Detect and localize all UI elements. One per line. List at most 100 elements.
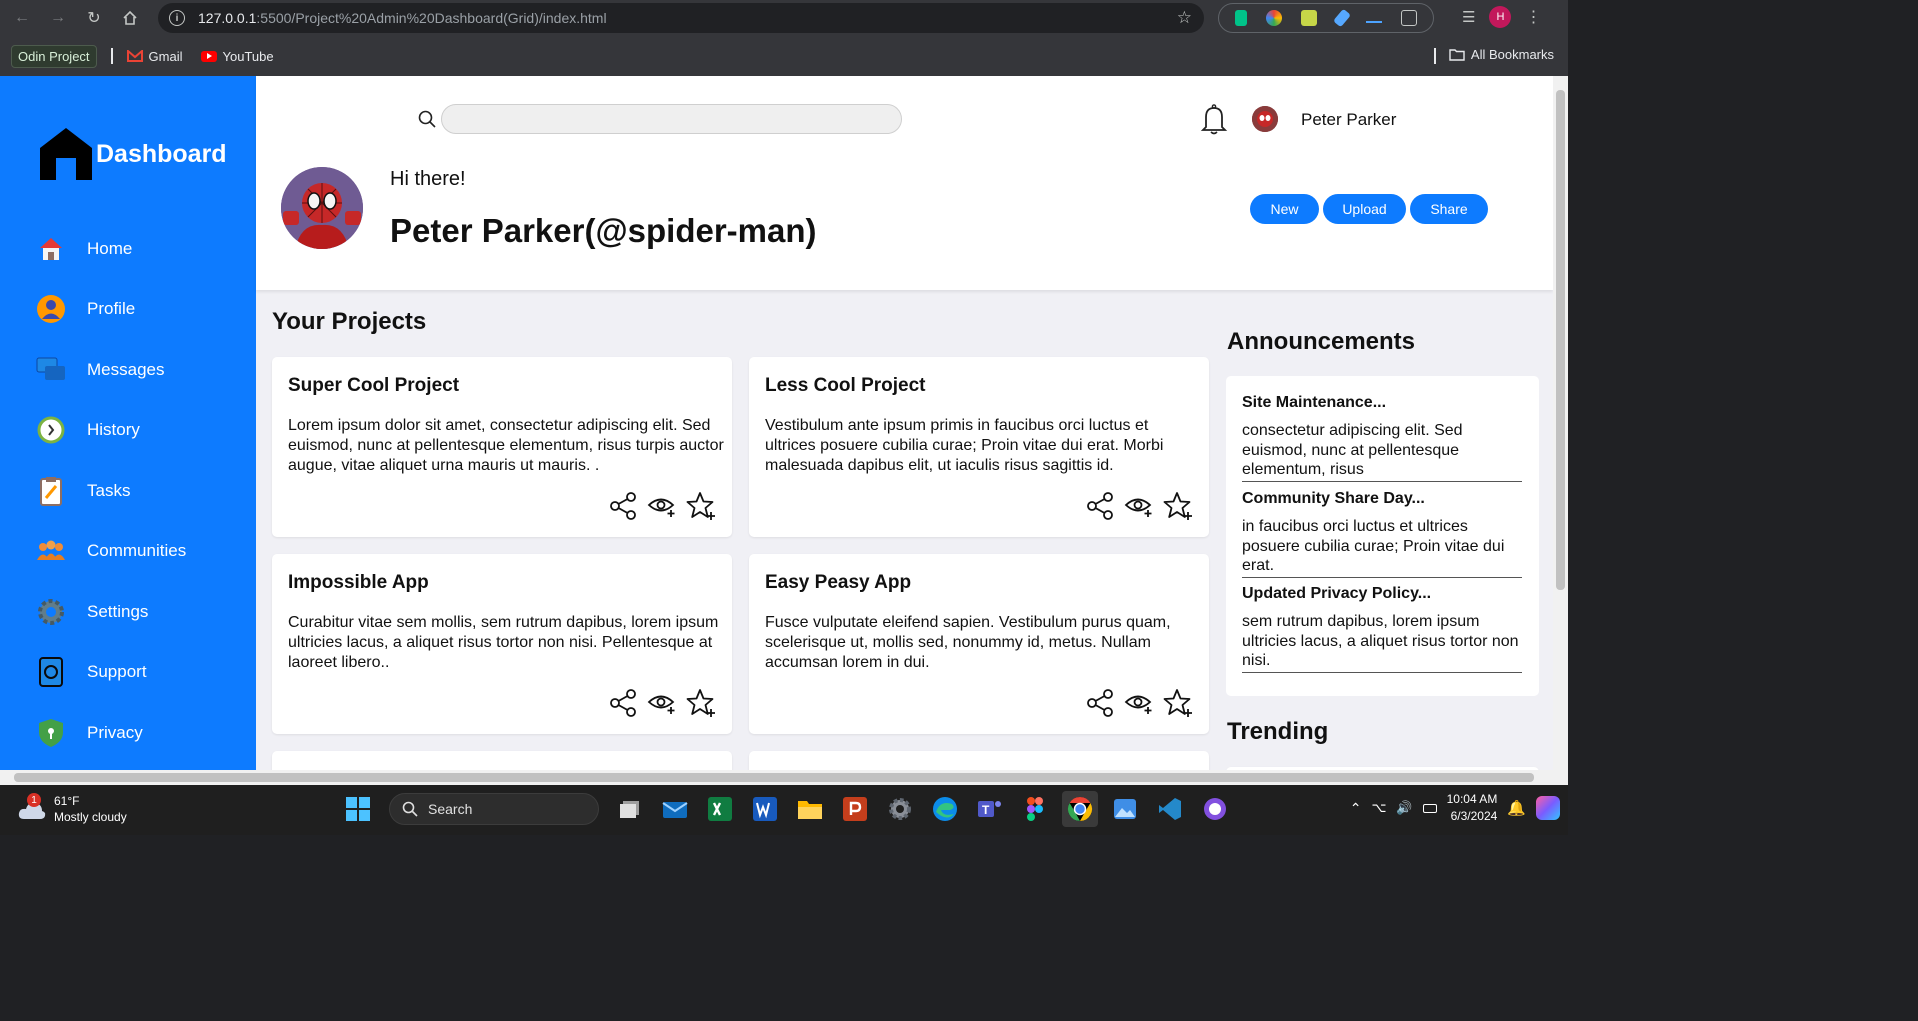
history-icon <box>36 415 66 445</box>
clock[interactable]: 10:04 AM 6/3/2024 <box>1447 791 1498 825</box>
bookmark-youtube[interactable]: YouTube <box>200 48 274 64</box>
project-card: Less Cool Project Vestibulum ante ipsum p… <box>749 357 1209 537</box>
edge-icon[interactable] <box>927 791 963 827</box>
watch-icon[interactable] <box>1124 494 1154 523</box>
sidebar-item-label: Messages <box>87 360 165 379</box>
time: 10:04 AM <box>1446 792 1498 806</box>
sidebar-item-home[interactable]: Home <box>36 234 132 264</box>
mail-icon[interactable] <box>657 791 693 827</box>
project-card: Super Cool Project Lorem ipsum dolor sit … <box>272 357 732 537</box>
bookmark-star-icon[interactable]: ☆ <box>1177 8 1192 28</box>
upload-button[interactable]: Upload <box>1323 194 1406 224</box>
project-title: Super Cool Project <box>288 375 460 396</box>
share-icon[interactable] <box>608 491 638 526</box>
share-button[interactable]: Share <box>1410 194 1488 224</box>
new-button[interactable]: New <box>1250 194 1319 224</box>
watch-icon[interactable] <box>1124 691 1154 720</box>
weather-widget[interactable]: 1 61°F Mostly cloudy <box>18 793 127 825</box>
watch-icon[interactable] <box>647 494 677 523</box>
user-avatar[interactable] <box>1252 106 1278 132</box>
scrollbar-thumb[interactable] <box>14 773 1534 782</box>
bookmark-gmail[interactable]: Gmail <box>126 49 183 64</box>
extension-icon[interactable] <box>1234 10 1247 26</box>
bookmark-odin-project[interactable]: Odin Project <box>11 44 97 68</box>
project-title: Easy Peasy App <box>765 572 912 593</box>
sidebar: Dashboard Home Profile Messages History … <box>0 76 256 770</box>
divider <box>110 48 113 64</box>
sidebar-item-messages[interactable]: Messages <box>36 355 164 385</box>
url-path: :5500/Project%20Admin%20Dashboard(Grid)/… <box>256 10 607 26</box>
user-name: Peter Parker <box>1301 110 1397 129</box>
pen-extension-icon[interactable] <box>1332 8 1351 28</box>
sidebar-item-communities[interactable]: Communities <box>36 536 186 566</box>
search-icon <box>418 110 436 128</box>
volume-icon[interactable]: 🔊 <box>1396 800 1412 816</box>
puzzle-icon[interactable] <box>1401 10 1418 26</box>
excel-icon[interactable] <box>702 791 738 827</box>
teams-icon[interactable]: T <box>972 791 1008 827</box>
announcement-item[interactable]: Updated Privacy Policy... sem rutrum dap… <box>1242 585 1522 673</box>
search-icon <box>402 801 418 817</box>
settings-gear-icon[interactable] <box>882 791 918 827</box>
back-icon[interactable]: ← <box>8 4 36 32</box>
extension-icon[interactable] <box>1301 10 1318 26</box>
profile-avatar[interactable]: H <box>1489 6 1512 28</box>
project-card: Impossible App Curabitur vitae sem mollis… <box>272 554 732 734</box>
menu-icon[interactable]: ⋮ <box>1525 7 1541 27</box>
extension-icon[interactable] <box>1365 13 1382 23</box>
bookmark-label: YouTube <box>222 48 274 64</box>
chevron-up-icon[interactable]: ⌃ <box>1350 800 1362 817</box>
star-icon[interactable] <box>1163 688 1193 723</box>
vertical-scrollbar[interactable] <box>1553 76 1568 770</box>
wifi-icon[interactable]: ⌥ <box>1371 800 1386 816</box>
announcement-title: Community Share Day... <box>1242 490 1425 507</box>
share-icon[interactable] <box>1085 688 1115 723</box>
project-card: Easy Peasy App Fusce vulputate eleifend s… <box>749 554 1209 734</box>
star-icon[interactable] <box>686 688 716 723</box>
search-input[interactable] <box>441 104 902 134</box>
photos-icon[interactable] <box>1107 791 1143 827</box>
battery-icon[interactable] <box>1422 803 1437 813</box>
sidebar-item-settings[interactable]: Settings <box>36 597 148 627</box>
figma-icon[interactable] <box>1017 791 1053 827</box>
sidebar-item-history[interactable]: History <box>36 415 140 445</box>
reading-list-icon[interactable]: ☰ <box>1462 8 1475 26</box>
notification-icon[interactable]: 🔔 <box>1507 799 1526 817</box>
bookmark-label: Odin Project <box>18 48 90 64</box>
task-view-icon[interactable] <box>612 791 648 827</box>
vscode-icon[interactable] <box>1152 791 1188 827</box>
start-icon[interactable] <box>340 791 376 827</box>
sidebar-item-tasks[interactable]: Tasks <box>36 476 130 506</box>
watch-icon[interactable] <box>647 691 677 720</box>
announcement-item[interactable]: Site Maintenance... consectetur adipisci… <box>1242 394 1522 482</box>
page-viewport: Dashboard Home Profile Messages History … <box>0 76 1553 770</box>
sidebar-item-privacy[interactable]: Privacy <box>36 718 143 748</box>
project-card <box>749 751 1209 770</box>
reload-icon[interactable]: ↻ <box>80 4 108 32</box>
star-icon[interactable] <box>1163 491 1193 526</box>
horizontal-scrollbar[interactable] <box>0 770 1568 785</box>
announcement-item[interactable]: Community Share Day... in faucibus orci … <box>1242 490 1522 578</box>
chrome-icon[interactable] <box>1062 791 1098 827</box>
all-bookmarks[interactable]: All Bookmarks <box>1449 47 1554 62</box>
github-icon[interactable] <box>1197 791 1233 827</box>
copilot-icon[interactable] <box>1536 796 1560 820</box>
sidebar-item-profile[interactable]: Profile <box>36 294 135 324</box>
color-extension-icon[interactable] <box>1265 10 1282 26</box>
sidebar-item-support[interactable]: Support <box>36 657 147 687</box>
address-bar[interactable]: i 127.0.0.1:5500/Project%20Admin%20Dashb… <box>158 3 1204 33</box>
word-icon[interactable] <box>747 791 783 827</box>
scrollbar-thumb[interactable] <box>1556 90 1565 590</box>
home-browser-icon[interactable] <box>116 4 144 32</box>
profile-avatar-large <box>281 167 363 249</box>
forward-icon[interactable]: → <box>44 4 72 32</box>
system-tray: ⌃ ⌥ 🔊 10:04 AM 6/3/2024 🔔 <box>1350 791 1560 825</box>
file-explorer-icon[interactable] <box>792 791 828 827</box>
star-icon[interactable] <box>686 491 716 526</box>
site-info-icon[interactable]: i <box>169 10 185 26</box>
powerpoint-icon[interactable] <box>837 791 873 827</box>
share-icon[interactable] <box>608 688 638 723</box>
share-icon[interactable] <box>1085 491 1115 526</box>
taskbar-search[interactable]: Search <box>389 793 599 825</box>
notification-bell-icon[interactable] <box>1200 103 1228 135</box>
